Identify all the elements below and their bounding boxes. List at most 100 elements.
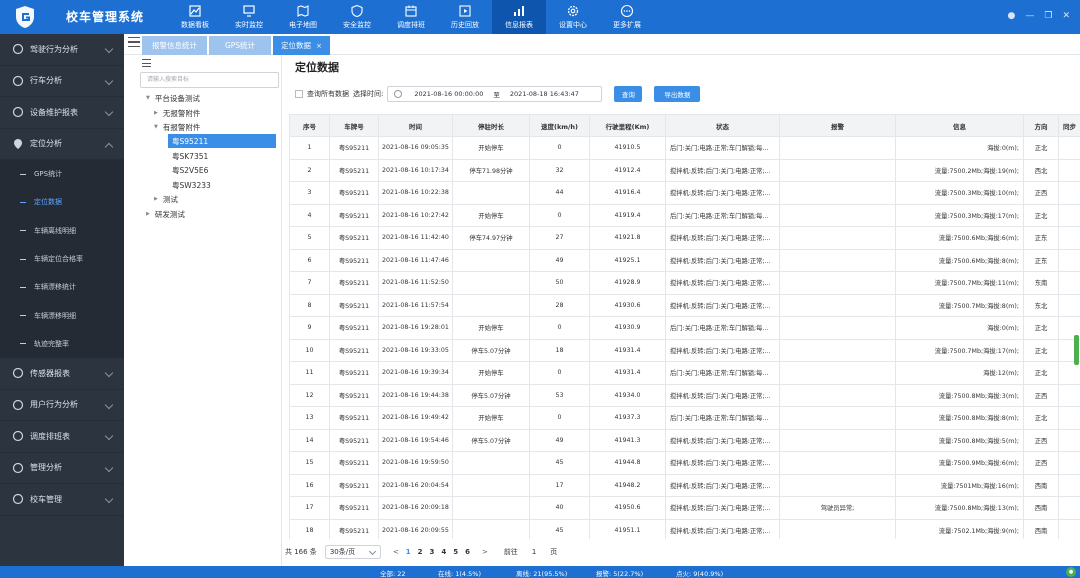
tab-close-icon[interactable]: × [316, 42, 322, 50]
nav-label: 更多扩展 [613, 21, 641, 29]
tree-search-input[interactable] [140, 72, 279, 88]
nav-item[interactable]: 更多扩展 [600, 0, 654, 34]
page-number[interactable]: 4 [441, 548, 446, 556]
table-cell [779, 338, 896, 362]
sidebar-subitem[interactable]: 定位数据 [0, 188, 124, 217]
tab-location-data[interactable]: 定位数据 × [273, 36, 330, 55]
table-cell: 0 [529, 203, 590, 227]
page-number[interactable]: 3 [429, 548, 434, 556]
table-row[interactable]: 11 粤S95211 2021-08-16 19:39:34 开始停车 0 41931.4… [289, 361, 1080, 385]
sidebar-subitem[interactable]: 车辆漂移明细 [0, 301, 124, 330]
nav-item[interactable]: 数据看板 [168, 0, 222, 34]
sidebar-subitem[interactable]: 车辆离线明细 [0, 216, 124, 245]
sidebar-subitem-label: 轨迹完整率 [34, 339, 69, 348]
expand-arrow-icon[interactable]: ▶ [154, 196, 158, 202]
table-scrollbar[interactable] [1074, 335, 1079, 365]
page-list: 123456 [399, 548, 470, 556]
user-icon[interactable]: ● [1008, 11, 1016, 21]
sidebar-item[interactable]: 设备维护报表 [0, 97, 124, 129]
table-cell: 粤S95211 [329, 203, 379, 227]
table-row[interactable]: 10 粤S95211 2021-08-16 19:33:05 停车5.07分钟 18 41… [289, 338, 1080, 362]
table-row[interactable]: 13 粤S95211 2021-08-16 19:49:42 开始停车 0 41937.3… [289, 406, 1080, 430]
sidebar-item[interactable]: 调度排班表 [0, 421, 124, 453]
table-cell: 2021-08-16 19:59:50 [378, 451, 453, 475]
expand-arrow-icon[interactable]: ▼ [154, 124, 158, 130]
table-cell: 正西 [1023, 383, 1059, 407]
page-size-select[interactable]: 30条/页 [324, 545, 381, 559]
table-row[interactable]: 8 粤S95211 2021-08-16 11:57:54 28 41930.6 搅拌机:… [289, 293, 1080, 317]
sidebar-item[interactable]: 用户行为分析 [0, 390, 124, 422]
nav-item[interactable]: 历史回放 [438, 0, 492, 34]
page-number[interactable]: 5 [453, 548, 458, 556]
table-row[interactable]: 3 粤S95211 2021-08-16 10:22:38 44 41916.4 搅拌机:… [289, 181, 1080, 205]
table-row[interactable]: 2 粤S95211 2021-08-16 10:17:34 停车71.98分钟 32 41… [289, 158, 1080, 182]
sidebar-item[interactable]: 传感器报表 [0, 358, 124, 390]
table-row[interactable]: 6 粤S95211 2021-08-16 11:47:46 49 41925.1 搅拌机:… [289, 248, 1080, 272]
table-row[interactable]: 17 粤S95211 2021-08-16 20:09:18 40 41950.6 搅拌机… [289, 496, 1080, 520]
sidebar-subitem[interactable]: 车辆定位合格率 [0, 244, 124, 274]
tab-alarm-stats[interactable]: 报警信息统计 [142, 36, 207, 55]
tree-node[interactable]: ▶ 测试 [154, 192, 178, 206]
sidebar-item[interactable]: 定位分析 [0, 129, 124, 160]
nav-item[interactable]: 调度排班 [384, 0, 438, 34]
tree-node-label: 研发测试 [154, 209, 185, 219]
table-row[interactable]: 18 粤S95211 2021-08-16 20:09:55 45 41951.1 搅拌机… [289, 518, 1080, 539]
restore-icon[interactable]: ❐ [1044, 11, 1052, 21]
query-button[interactable]: 查询 [614, 86, 643, 102]
sidebar-item[interactable]: 驾驶行为分析 [0, 34, 124, 66]
page-number[interactable]: 6 [465, 548, 470, 556]
table-row[interactable]: 16 粤S95211 2021-08-16 20:04:54 17 41948.2 搅拌机… [289, 473, 1080, 497]
minimize-icon[interactable]: — [1025, 11, 1034, 21]
sidebar-subitem[interactable]: 车辆漂移统计 [0, 273, 124, 302]
sidebar-item[interactable]: 行车分析 [0, 66, 124, 97]
table-cell: 搅拌机:反转;后门:关门;电路:正常;... [665, 158, 780, 182]
table-row[interactable]: 4 粤S95211 2021-08-16 10:27:42 开始停车 0 41919.4 后… [289, 203, 1080, 227]
query-all-checkbox[interactable] [295, 90, 303, 98]
nav-item[interactable]: 实时监控 [222, 0, 276, 34]
table-row[interactable]: 1 粤S95211 2021-08-16 09:05:35 开始停车 0 41910.5 后… [289, 136, 1080, 160]
tree-node[interactable]: ▶ 研发测试 [146, 207, 185, 221]
nav-item[interactable]: 设置中心 [546, 0, 600, 34]
goto-page-input[interactable]: 1 [532, 548, 536, 556]
table-row[interactable]: 14 粤S95211 2021-08-16 19:54:46 停车5.07分钟 49 41… [289, 428, 1080, 452]
page-number[interactable]: 2 [418, 548, 423, 556]
tree-node[interactable]: ▶ 无报警附件 [154, 106, 200, 120]
tree-menu-icon[interactable] [142, 59, 151, 67]
tree-node[interactable]: 粤S2V5E6 [172, 163, 208, 177]
close-icon[interactable]: ✕ [1062, 11, 1070, 21]
export-button[interactable]: 导出数据 [654, 86, 701, 102]
table-row[interactable]: 15 粤S95211 2021-08-16 19:59:50 45 41944.8 搅拌机… [289, 451, 1080, 475]
expand-arrow-icon[interactable]: ▼ [146, 95, 150, 101]
tree-node[interactable]: 粤SK7351 [172, 149, 208, 163]
page-number[interactable]: 1 [406, 548, 411, 556]
expand-arrow-icon[interactable]: ▶ [146, 211, 150, 217]
column-header: 行驶里程(Km) [589, 114, 666, 137]
table-cell [452, 518, 530, 539]
sidebar-subitem[interactable]: GPS统计 [0, 160, 124, 189]
sidebar-item[interactable]: 管理分析 [0, 453, 124, 485]
date-range-picker[interactable]: 2021-08-16 00:00:00 至 2021-08-18 16:43:4… [387, 86, 603, 102]
tree-node[interactable]: 粤SW3233 [172, 178, 211, 192]
tree-node[interactable]: ▼ 有报警附件 [154, 120, 200, 134]
table-cell [779, 136, 896, 160]
table-cell: 10 [289, 338, 330, 362]
table-row[interactable]: 5 粤S95211 2021-08-16 11:42:40 停车74.97分钟 27 41… [289, 226, 1080, 250]
menu-toggle-icon[interactable] [128, 37, 140, 47]
table-cell [779, 361, 896, 385]
table-row[interactable]: 9 粤S95211 2021-08-16 19:28:01 开始停车 0 41930.9 后… [289, 316, 1080, 340]
table-cell: 粤S95211 [329, 406, 379, 430]
table-row[interactable]: 12 粤S95211 2021-08-16 19:44:38 停车5.07分钟 53 41… [289, 383, 1080, 407]
sidebar-item[interactable]: 校车管理 [0, 484, 124, 516]
nav-item[interactable]: 信息报表 [492, 0, 546, 34]
nav-item[interactable]: 安全监控 [330, 0, 384, 34]
tree-node[interactable]: 粤S95211 [168, 134, 276, 148]
nav-item[interactable]: 电子地图 [276, 0, 330, 34]
sidebar-subitem[interactable]: 轨迹完整率 [0, 329, 124, 359]
expand-arrow-icon[interactable]: ▶ [154, 110, 158, 116]
next-page-button[interactable]: > [482, 548, 488, 556]
table-cell: 正西 [1023, 428, 1059, 452]
sidebar-subitem-label: 车辆漂移明细 [34, 311, 76, 320]
tree-node[interactable]: ▼ 平台设备测试 [146, 91, 200, 105]
tab-gps-stats[interactable]: GPS统计 [209, 36, 271, 55]
table-row[interactable]: 7 粤S95211 2021-08-16 11:52:50 50 41928.9 搅拌机:… [289, 271, 1080, 295]
